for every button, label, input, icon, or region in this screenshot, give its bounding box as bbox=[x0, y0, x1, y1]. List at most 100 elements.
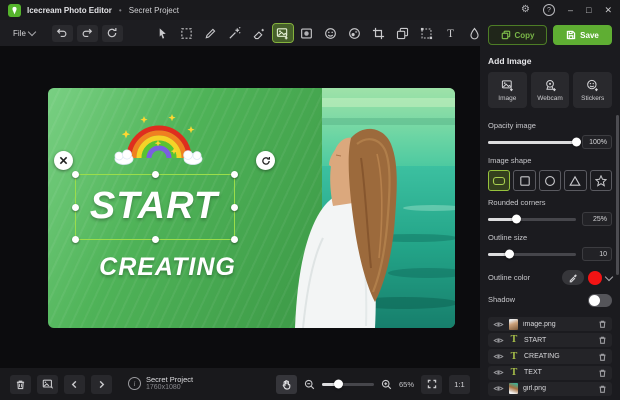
settings-gear-icon[interactable]: ⚙ bbox=[521, 5, 530, 15]
reset-button[interactable] bbox=[102, 25, 123, 42]
tool-resize-button[interactable] bbox=[417, 24, 437, 42]
rounded-corners-knob[interactable] bbox=[512, 215, 521, 224]
eye-icon[interactable] bbox=[493, 352, 504, 361]
eyedropper-button[interactable] bbox=[562, 270, 584, 285]
tool-crop-button[interactable] bbox=[369, 24, 389, 42]
add-stickers-source-button[interactable]: Stickers bbox=[573, 72, 612, 108]
opacity-label: Opacity image bbox=[488, 121, 612, 130]
export-image-button[interactable] bbox=[37, 375, 58, 394]
opacity-slider-knob[interactable] bbox=[572, 138, 581, 147]
right-panel: Copy Save Add Image Image Webcam bbox=[480, 20, 620, 400]
copy-button[interactable]: Copy bbox=[488, 25, 547, 45]
fit-screen-button[interactable] bbox=[421, 375, 442, 394]
shape-square-button[interactable] bbox=[513, 170, 535, 191]
layer-row-start[interactable]: T START bbox=[488, 333, 612, 347]
next-button[interactable] bbox=[91, 375, 112, 394]
rotate-selection-button[interactable] bbox=[256, 151, 275, 170]
help-icon[interactable]: ? bbox=[543, 4, 555, 16]
opacity-slider[interactable] bbox=[488, 141, 576, 144]
tool-add-image-button[interactable] bbox=[273, 24, 293, 42]
tool-pointer-button[interactable] bbox=[153, 24, 173, 42]
tool-pencil-button[interactable] bbox=[201, 24, 221, 42]
shadow-label: Shadow bbox=[488, 295, 515, 304]
shape-star-button[interactable] bbox=[590, 170, 612, 191]
file-menu-button[interactable]: File bbox=[8, 26, 40, 41]
layer-row-text[interactable]: T TEXT bbox=[488, 366, 612, 380]
opacity-value[interactable]: 100% bbox=[582, 135, 612, 149]
delete-project-button[interactable] bbox=[10, 375, 31, 394]
zoom-percent: 65% bbox=[399, 380, 414, 389]
outline-size-slider[interactable] bbox=[488, 253, 576, 256]
color-chevron-down-icon[interactable] bbox=[605, 272, 613, 280]
shadow-toggle[interactable] bbox=[588, 294, 612, 307]
girl-photo[interactable] bbox=[273, 88, 455, 328]
eye-icon[interactable] bbox=[493, 384, 504, 393]
undo-button[interactable] bbox=[52, 25, 73, 42]
trash-icon[interactable] bbox=[598, 368, 607, 378]
tool-color-adjust-button[interactable] bbox=[345, 24, 365, 42]
shape-triangle-button[interactable] bbox=[564, 170, 586, 191]
tool-duplicate-button[interactable] bbox=[393, 24, 413, 42]
delete-selection-button[interactable] bbox=[54, 151, 73, 170]
redo-button[interactable] bbox=[77, 25, 98, 42]
layer-name: image.png bbox=[523, 321, 593, 328]
pan-hand-button[interactable] bbox=[276, 375, 297, 394]
status-project-name: Secret Project bbox=[146, 376, 193, 385]
outline-size-value[interactable]: 10 bbox=[582, 247, 612, 261]
outline-size-knob[interactable] bbox=[505, 250, 514, 259]
canvas-text-start[interactable]: START bbox=[75, 174, 233, 238]
rounded-corners-slider[interactable] bbox=[488, 218, 576, 221]
status-dimensions: 1760x1080 bbox=[146, 384, 193, 392]
outline-size-label: Outline size bbox=[488, 233, 612, 242]
tool-smart-eraser-button[interactable] bbox=[249, 24, 269, 42]
outline-color-label: Outline color bbox=[488, 273, 530, 282]
statusbar: i Secret Project 1760x1080 65% bbox=[0, 368, 480, 400]
layer-row-image-png[interactable]: image.png bbox=[488, 317, 612, 331]
canvas-workspace[interactable]: START CREATING bbox=[0, 46, 480, 368]
tool-magic-wand-button[interactable] bbox=[225, 24, 245, 42]
title-separator: • bbox=[119, 6, 122, 15]
project-info-icon[interactable]: i bbox=[128, 377, 141, 390]
layer-row-creating[interactable]: T CREATING bbox=[488, 349, 612, 363]
shape-circle-button[interactable] bbox=[539, 170, 561, 191]
tools-group: T bbox=[153, 24, 533, 42]
zoom-slider-knob[interactable] bbox=[334, 380, 343, 389]
close-button[interactable]: ✕ bbox=[604, 5, 612, 16]
outline-color-swatch[interactable] bbox=[588, 271, 602, 285]
canvas-text-creating[interactable]: CREATING bbox=[85, 248, 250, 286]
add-webcam-source-button[interactable]: Webcam bbox=[531, 72, 570, 108]
eye-icon[interactable] bbox=[493, 368, 504, 377]
tool-vignette-button[interactable] bbox=[297, 24, 317, 42]
trash-icon[interactable] bbox=[598, 319, 607, 329]
zoom-out-icon[interactable] bbox=[304, 379, 315, 390]
layer-name: girl.png bbox=[523, 385, 593, 392]
toolbar: File bbox=[0, 20, 480, 46]
add-image-source-button[interactable]: Image bbox=[488, 72, 527, 108]
minimize-button[interactable]: – bbox=[568, 5, 573, 15]
previous-button[interactable] bbox=[64, 375, 85, 394]
trash-icon[interactable] bbox=[598, 384, 607, 394]
layer-row-girl-png[interactable]: girl.png bbox=[488, 382, 612, 396]
tool-marquee-select-button[interactable] bbox=[177, 24, 197, 42]
tool-text-button[interactable]: T bbox=[441, 24, 461, 42]
actual-size-button[interactable]: 1:1 bbox=[449, 375, 470, 394]
panel-scrollbar[interactable] bbox=[616, 115, 619, 275]
rainbow-sticker[interactable] bbox=[114, 108, 204, 168]
rounded-corners-value[interactable]: 25% bbox=[582, 212, 612, 226]
tool-sticker-button[interactable] bbox=[321, 24, 341, 42]
trash-icon[interactable] bbox=[598, 352, 607, 362]
layer-name: CREATING bbox=[524, 353, 593, 360]
image-shape-label: Image shape bbox=[488, 156, 612, 165]
shape-rounded-rect-button[interactable] bbox=[488, 170, 510, 191]
eye-icon[interactable] bbox=[493, 336, 504, 345]
zoom-in-icon[interactable] bbox=[381, 379, 392, 390]
image-source-label: Image bbox=[498, 95, 516, 102]
save-button[interactable]: Save bbox=[553, 25, 612, 45]
trash-icon[interactable] bbox=[598, 335, 607, 345]
maximize-button[interactable]: □ bbox=[586, 5, 591, 15]
webcam-source-label: Webcam bbox=[537, 95, 563, 102]
eye-icon[interactable] bbox=[493, 320, 504, 329]
zoom-slider[interactable] bbox=[322, 383, 374, 386]
canvas-image[interactable]: START CREATING bbox=[48, 88, 455, 328]
shadow-toggle-knob[interactable] bbox=[589, 295, 600, 306]
